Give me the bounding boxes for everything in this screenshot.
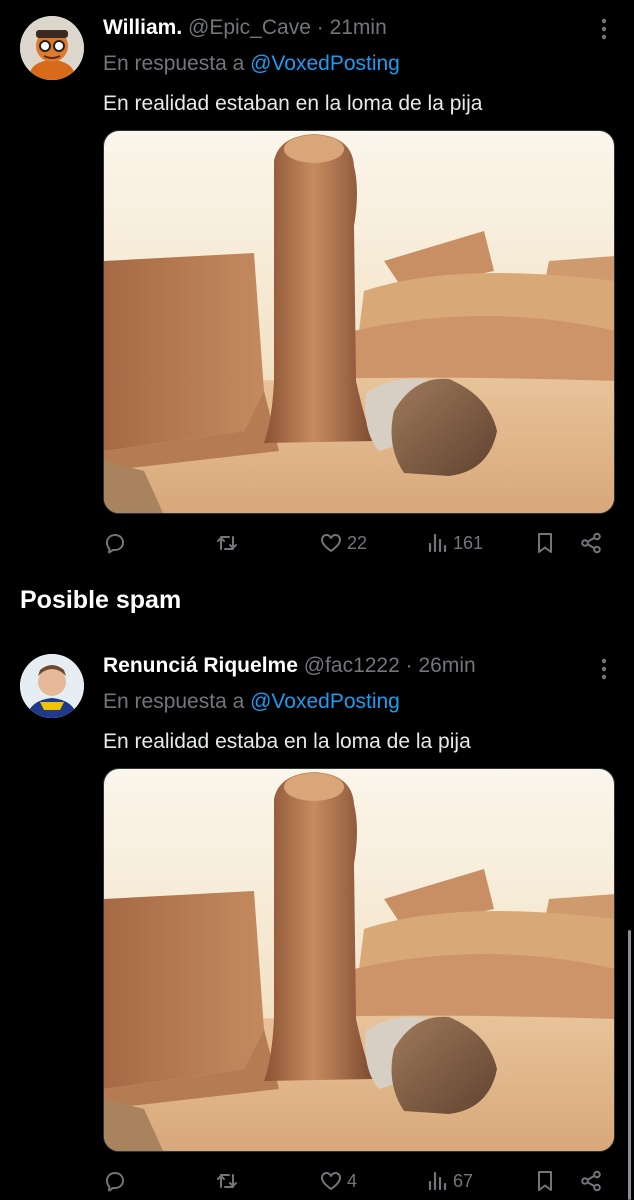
repost-button[interactable] <box>215 528 243 558</box>
reply-context: En respuesta a @VoxedPosting <box>103 50 400 78</box>
reply-to-link[interactable]: @VoxedPosting <box>250 52 400 75</box>
avatar-image <box>20 16 84 80</box>
tweet-text: En realidad estaba en la loma de la pija <box>103 730 471 753</box>
reply-icon <box>103 531 127 555</box>
action-bar: 4 67 <box>103 1166 615 1196</box>
heart-icon <box>319 1169 343 1193</box>
reply-to-link[interactable]: @VoxedPosting <box>250 690 400 713</box>
display-name[interactable]: Renunciá Riquelme <box>103 654 298 677</box>
repost-icon <box>215 1169 239 1193</box>
timestamp[interactable]: 21min <box>330 16 387 39</box>
share-button[interactable] <box>579 1166 603 1196</box>
avatar-image <box>20 654 84 718</box>
display-name[interactable]: William. <box>103 16 182 39</box>
views-icon <box>425 531 449 555</box>
reply-prefix: En respuesta a <box>103 690 245 713</box>
separator: · <box>316 16 324 39</box>
views-button[interactable]: 67 <box>425 1166 473 1196</box>
section-title: Posible spam <box>20 586 182 614</box>
like-button[interactable]: 4 <box>319 1166 357 1196</box>
bookmark-icon <box>533 1169 557 1193</box>
repost-icon <box>215 531 239 555</box>
tweet-header: Renunciá Riquelme @fac1222 · 26min <box>103 652 476 680</box>
share-icon <box>579 531 603 555</box>
heart-icon <box>319 531 343 555</box>
like-count: 4 <box>347 1170 358 1191</box>
views-icon <box>425 1169 449 1193</box>
handle[interactable]: @Epic_Cave <box>188 16 311 39</box>
tweet-media[interactable] <box>103 130 615 514</box>
more-vertical-icon[interactable] <box>594 656 614 682</box>
reply-button[interactable] <box>103 528 131 558</box>
bookmark-icon <box>533 531 557 555</box>
repost-button[interactable] <box>215 1166 243 1196</box>
desert-image <box>104 769 615 1152</box>
like-count: 22 <box>347 532 368 553</box>
desert-image <box>104 131 615 514</box>
avatar[interactable] <box>20 654 84 718</box>
views-button[interactable]: 161 <box>425 528 483 558</box>
share-button[interactable] <box>579 528 603 558</box>
more-vertical-icon[interactable] <box>594 16 614 42</box>
reply-button[interactable] <box>103 1166 131 1196</box>
bookmark-button[interactable] <box>533 528 557 558</box>
bookmark-button[interactable] <box>533 1166 557 1196</box>
timestamp[interactable]: 26min <box>418 654 475 677</box>
views-count: 161 <box>453 532 484 553</box>
reply-context: En respuesta a @VoxedPosting <box>103 688 400 716</box>
reply-icon <box>103 1169 127 1193</box>
tweet-header: William. @Epic_Cave · 21min <box>103 14 387 42</box>
handle[interactable]: @fac1222 <box>304 654 400 677</box>
views-count: 67 <box>453 1170 474 1191</box>
action-bar: 22 161 <box>103 528 615 558</box>
share-icon <box>579 1169 603 1193</box>
tweet-text: En realidad estaban en la loma de la pij… <box>103 92 483 115</box>
tweet-media[interactable] <box>103 768 615 1152</box>
scrollbar[interactable] <box>628 930 631 1200</box>
separator: · <box>405 654 413 677</box>
reply-prefix: En respuesta a <box>103 52 245 75</box>
avatar[interactable] <box>20 16 84 80</box>
like-button[interactable]: 22 <box>319 528 367 558</box>
